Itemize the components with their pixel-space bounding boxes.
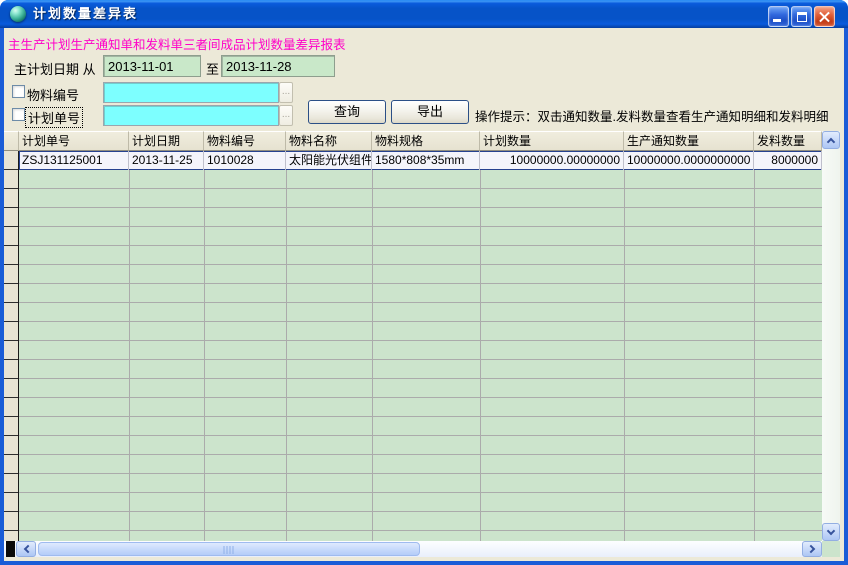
date-range-label: 主计划日期 从 bbox=[14, 59, 96, 78]
report-subtitle: 主生产计划生产通知单和发料单三者间成品计划数量差异报表 bbox=[8, 34, 346, 53]
material-label: 物料编号 bbox=[27, 85, 79, 104]
plan-input[interactable] bbox=[103, 105, 279, 126]
column-header-plan-no[interactable]: 计划单号 bbox=[19, 131, 129, 151]
cell-material-name: 太阳能光伏组件 bbox=[286, 151, 372, 170]
material-input[interactable] bbox=[103, 82, 279, 103]
date-from-input[interactable] bbox=[103, 55, 201, 77]
chevron-left-icon bbox=[24, 545, 32, 553]
app-icon bbox=[10, 6, 26, 22]
material-browse-button[interactable]: ... bbox=[279, 82, 293, 103]
plan-browse-button[interactable]: ... bbox=[279, 105, 293, 126]
operation-hint: 操作提示：双击通知数量.发料数量查看生产通知明细和发料明细 bbox=[475, 106, 828, 125]
column-header-spec[interactable]: 物料规格 bbox=[372, 131, 480, 151]
scroll-left-button[interactable] bbox=[16, 541, 36, 557]
plan-label: 计划单号 bbox=[26, 108, 82, 127]
export-button[interactable]: 导出 bbox=[391, 100, 469, 124]
app-window: 计划数量差异表 主生产计划生产通知单和发料单三者间成品计划数量差异报表 主计划日… bbox=[0, 0, 848, 565]
cell-plan-date: 2013-11-25 bbox=[129, 151, 204, 170]
date-to-label: 至 bbox=[206, 59, 219, 78]
cell-spec: 1580*808*35mm bbox=[372, 151, 480, 170]
cell-plan-no: ZSJ131125001 bbox=[19, 151, 129, 170]
material-checkbox[interactable] bbox=[12, 85, 25, 98]
chevron-right-icon bbox=[807, 545, 815, 553]
horizontal-scrollbar[interactable] bbox=[4, 541, 822, 557]
data-grid: 计划单号 计划日期 物料编号 物料名称 物料规格 计划数量 生产通知数量 发料数… bbox=[4, 131, 840, 557]
horizontal-scroll-thumb[interactable] bbox=[38, 542, 420, 556]
maximize-icon bbox=[797, 12, 807, 22]
cell-issue-qty[interactable]: 8000000 bbox=[754, 151, 822, 170]
vertical-scrollbar[interactable] bbox=[822, 131, 840, 541]
maximize-button[interactable] bbox=[791, 6, 812, 27]
cell-plan-qty[interactable]: 10000000.00000000 bbox=[480, 151, 624, 170]
column-header-notice-qty[interactable]: 生产通知数量 bbox=[624, 131, 754, 151]
row-indicator-column bbox=[4, 151, 19, 541]
column-header-material-no[interactable]: 物料编号 bbox=[204, 131, 286, 151]
chevron-down-icon bbox=[827, 527, 835, 535]
column-header-plan-date[interactable]: 计划日期 bbox=[129, 131, 204, 151]
cell-notice-qty[interactable]: 10000000.0000000000 bbox=[624, 151, 754, 170]
column-header-material-name[interactable]: 物料名称 bbox=[286, 131, 372, 151]
scroll-right-button[interactable] bbox=[802, 541, 822, 557]
cell-material-no: 1010028 bbox=[204, 151, 286, 170]
minimize-icon bbox=[773, 19, 781, 22]
minimize-button[interactable] bbox=[768, 6, 789, 27]
date-to-input[interactable] bbox=[221, 55, 335, 77]
titlebar[interactable]: 计划数量差异表 bbox=[0, 0, 848, 28]
client-area: 主生产计划生产通知单和发料单三者间成品计划数量差异报表 主计划日期 从 至 物料… bbox=[4, 28, 844, 561]
column-header-plan-qty[interactable]: 计划数量 bbox=[480, 131, 624, 151]
table-row[interactable]: ZSJ131125001 2013-11-25 1010028 太阳能光伏组件 … bbox=[19, 151, 822, 170]
splitter-notch bbox=[6, 541, 15, 557]
close-button[interactable] bbox=[814, 6, 835, 27]
column-header-issue-qty[interactable]: 发料数量 bbox=[754, 131, 822, 151]
window-title: 计划数量差异表 bbox=[33, 0, 138, 28]
grid-corner-cell bbox=[4, 131, 19, 151]
grid-header-row: 计划单号 计划日期 物料编号 物料名称 物料规格 计划数量 生产通知数量 发料数… bbox=[4, 131, 822, 151]
chevron-up-icon bbox=[827, 138, 835, 146]
thumb-grip bbox=[224, 546, 235, 554]
query-button[interactable]: 查询 bbox=[308, 100, 386, 124]
plan-checkbox[interactable] bbox=[12, 108, 25, 121]
scroll-up-button[interactable] bbox=[822, 131, 840, 149]
scroll-down-button[interactable] bbox=[822, 523, 840, 541]
grid-empty-rows bbox=[19, 170, 822, 541]
scrollbar-corner bbox=[822, 541, 840, 557]
